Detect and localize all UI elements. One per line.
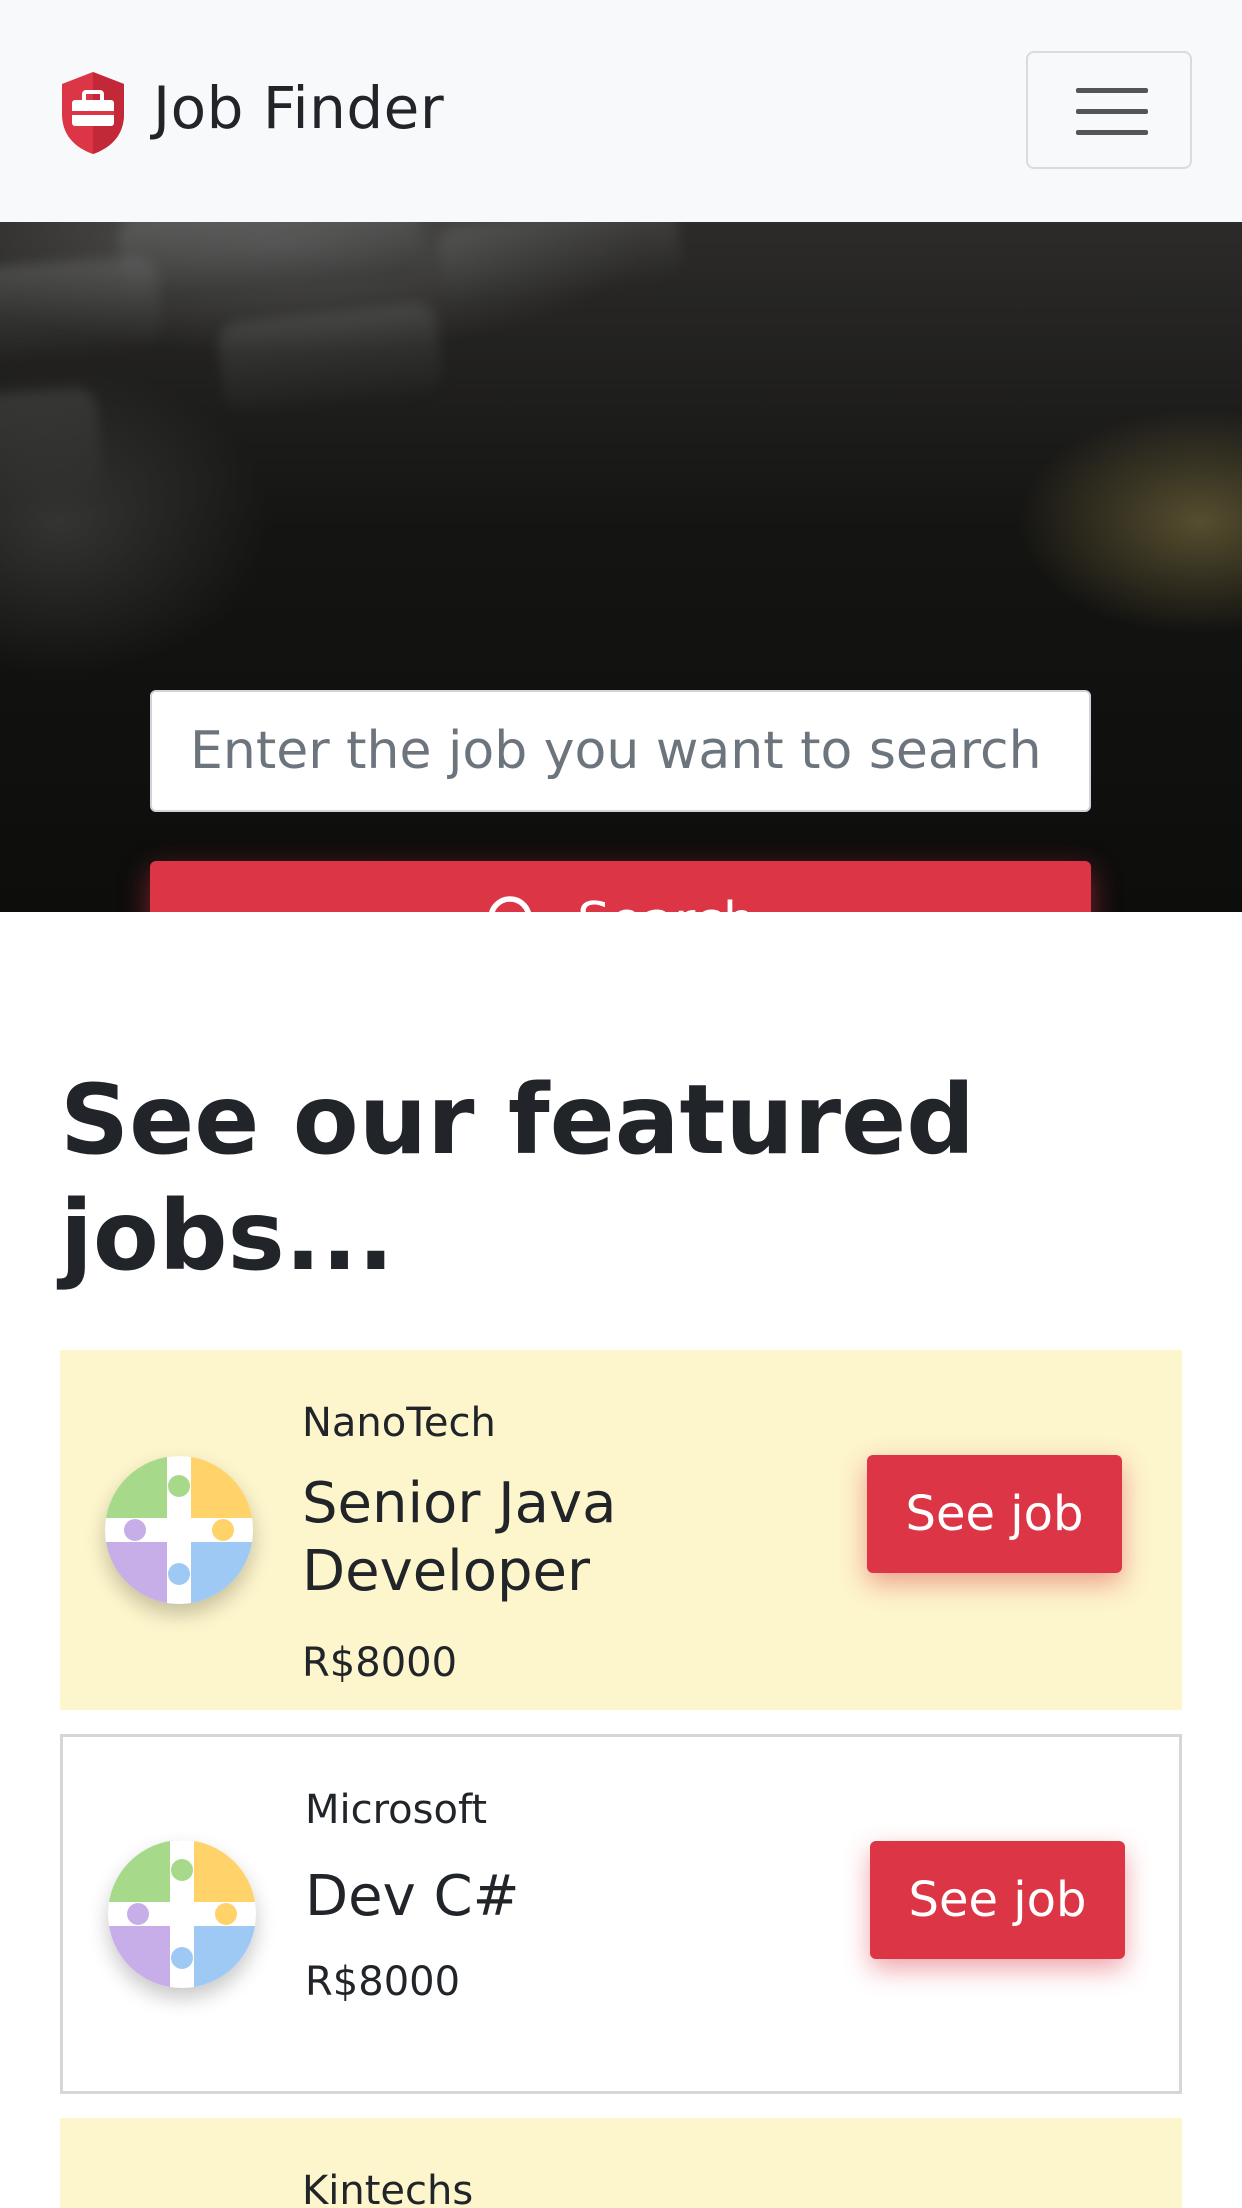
job-search-input[interactable]	[150, 690, 1091, 812]
company-name: NanoTech	[302, 1400, 496, 1446]
menu-toggle-button[interactable]	[1026, 51, 1192, 169]
see-job-button[interactable]: See job	[867, 1455, 1122, 1573]
company-name: Microsoft	[305, 1787, 488, 1833]
brand-name[interactable]: Job Finder	[153, 70, 444, 146]
job-salary: R$8000	[305, 1959, 461, 2005]
job-card: Microsoft Dev C# R$8000 See job	[60, 1734, 1182, 2094]
see-job-button[interactable]: See job	[870, 1841, 1125, 1959]
navbar: Job Finder	[0, 0, 1242, 222]
hero-banner: Search	[0, 222, 1242, 912]
job-card: Kintechs	[60, 2118, 1182, 2208]
featured-jobs-title: See our featured jobs...	[60, 1064, 975, 1292]
job-title: Senior Java Developer	[302, 1471, 617, 1604]
hamburger-menu-icon	[1076, 88, 1148, 93]
search-button-label: Search	[577, 892, 756, 912]
company-name: Kintechs	[302, 2168, 474, 2208]
job-salary: R$8000	[302, 1640, 458, 1686]
search-icon	[489, 896, 532, 912]
briefcase-shield-icon[interactable]	[60, 70, 126, 156]
search-button[interactable]: Search	[150, 861, 1091, 912]
puzzle-icon	[108, 1840, 256, 1988]
job-title: Dev C#	[305, 1864, 520, 1929]
job-card: NanoTech Senior Java Developer R$8000 Se…	[60, 1350, 1182, 1710]
puzzle-icon	[105, 1456, 253, 1604]
keyboard-background	[116, 222, 424, 308]
